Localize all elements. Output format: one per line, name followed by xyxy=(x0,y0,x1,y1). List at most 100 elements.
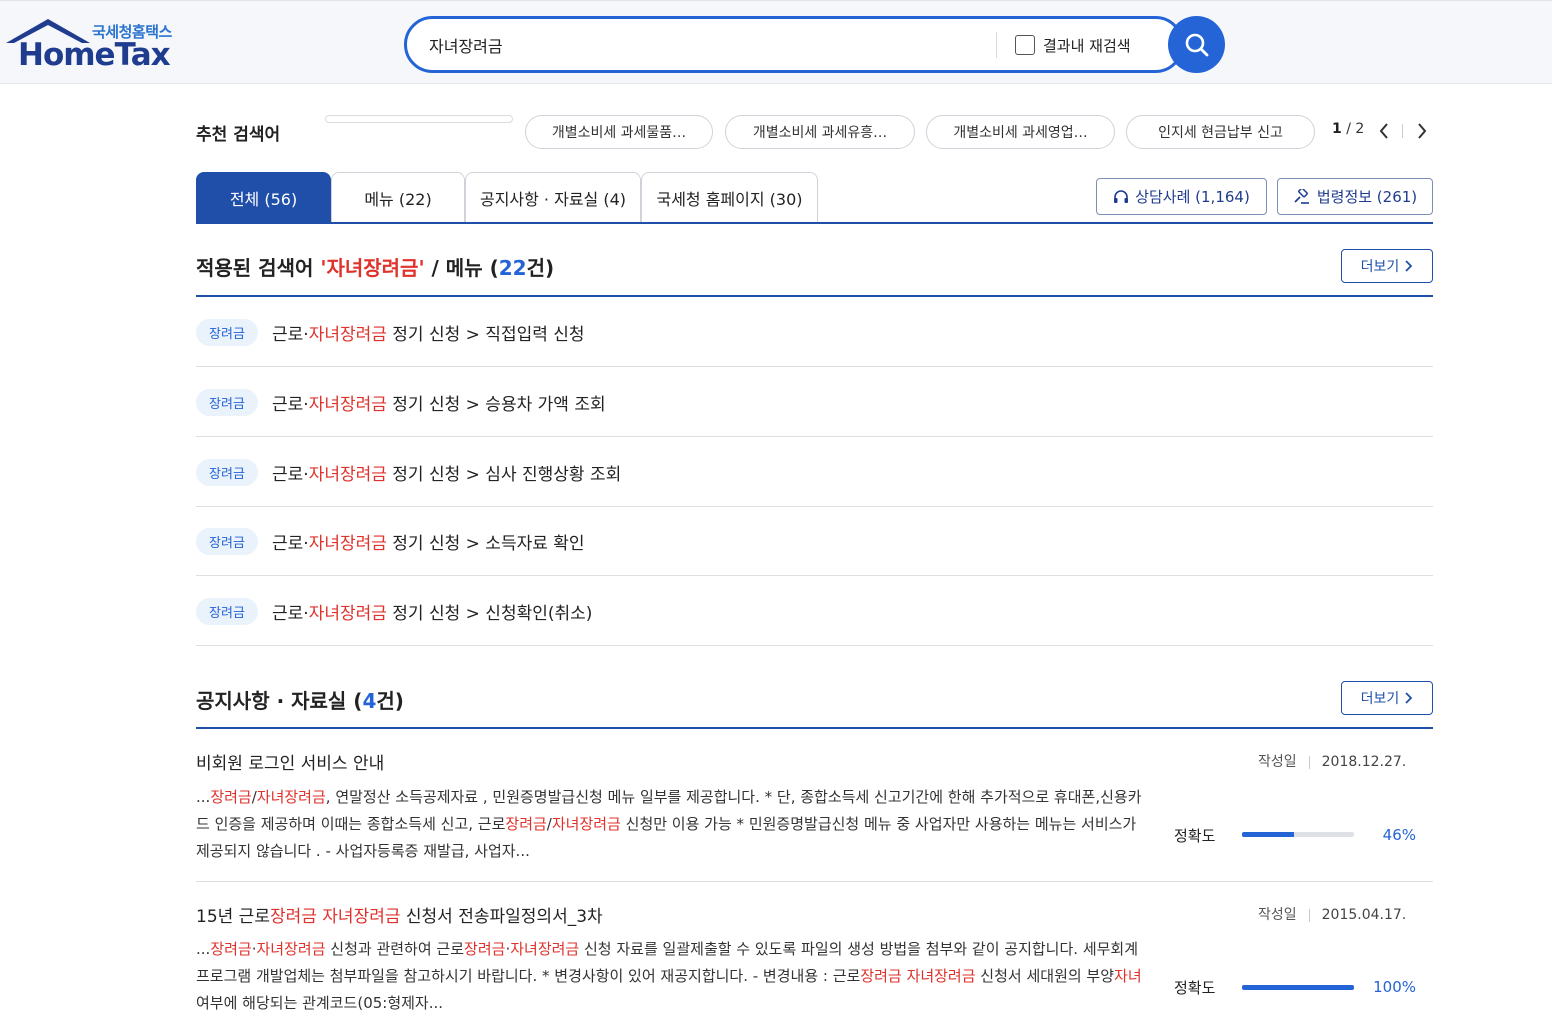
notice-snippet: ...장려금/자녀장려금, 연말정산 소득공제자료 , 민원증명발급신청 메뉴 … xyxy=(196,784,1146,865)
recommend-chip[interactable]: 개별소비세 과세물품… xyxy=(525,115,713,149)
title-part: 신청서 전송파일정의서_3차 xyxy=(400,907,603,927)
snippet-keyword: 자녀 xyxy=(1114,967,1142,985)
menu-path-post: 정기 신청 > 소득자료 확인 xyxy=(386,534,585,554)
menu-title-prefix: 적용된 검색어 xyxy=(196,256,321,280)
consult-cases-button[interactable]: 상담사례 (1,164) xyxy=(1096,178,1267,215)
title-part: 15년 근로 xyxy=(196,907,270,927)
menu-title-keyword: '자녀장려금' xyxy=(320,256,425,280)
search-icon xyxy=(1185,33,1208,56)
research-checkbox[interactable]: 결과내 재검색 xyxy=(1015,32,1131,58)
pager-current: 1 xyxy=(1332,121,1342,137)
notice-title-link[interactable]: 비회원 로그인 서비스 안내 xyxy=(196,749,384,774)
notice-snippet: ...장려금·자녀장려금 신청과 관련하여 근로장려금·자녀장려금 신청 자료를… xyxy=(196,936,1146,1017)
notice-title-suffix: 건) xyxy=(376,689,404,713)
notice-date: 작성일 2018.12.27. xyxy=(1258,751,1406,771)
category-badge: 장려금 xyxy=(196,389,258,416)
notice-title-prefix: 공지사항 · 자료실 ( xyxy=(196,689,363,713)
notice-title-link[interactable]: 15년 근로장려금 자녀장려금 신청서 전송파일정의서_3차 xyxy=(196,902,603,927)
menu-result-row[interactable]: 장려금 근로·자녀장려금 정기 신청 > 신청확인(취소) xyxy=(196,576,1433,646)
notice-date: 작성일 2015.04.17. xyxy=(1258,904,1406,924)
snippet-text: 여부에 해당되는 관계코드(05:형제자... xyxy=(196,994,444,1012)
recommend-chip[interactable]: 개별소비세 과세유흥… xyxy=(725,115,915,149)
snippet-keyword: 자녀장려금 xyxy=(906,967,976,985)
top-header: 국세청홈택스 HomeTax 결과내 재검색 xyxy=(0,0,1552,84)
tab-underline xyxy=(196,222,1433,224)
search-input[interactable] xyxy=(429,31,989,59)
menu-path-keyword: 자녀장려금 xyxy=(308,604,387,624)
category-badge: 장려금 xyxy=(196,598,258,625)
tab-all[interactable]: 전체 (56) xyxy=(196,172,331,223)
title-keyword: 장려금 xyxy=(269,907,317,927)
tab-nts-homepage[interactable]: 국세청 홈페이지 (30) xyxy=(641,172,818,223)
menu-path-pre: 근로· xyxy=(272,325,309,345)
snippet-keyword: 장려금 xyxy=(210,940,252,958)
more-label: 더보기 xyxy=(1360,259,1400,275)
tab-notice[interactable]: 공지사항 · 자료실 (4) xyxy=(465,172,641,223)
menu-result-row[interactable]: 장려금 근로·자녀장려금 정기 신청 > 직접입력 신청 xyxy=(196,297,1433,367)
menu-path-keyword: 자녀장려금 xyxy=(308,465,387,485)
category-badge: 장려금 xyxy=(196,528,258,555)
chevron-right-icon xyxy=(1405,692,1413,704)
headset-icon xyxy=(1114,189,1129,203)
notice-more-button[interactable]: 더보기 xyxy=(1341,681,1433,715)
hometax-logo[interactable]: 국세청홈택스 HomeTax xyxy=(4,17,179,73)
accuracy-value: 46% xyxy=(1382,826,1416,844)
snippet-keyword: 장려금 xyxy=(464,940,506,958)
snippet-text: 신청서 세대원의 부양 xyxy=(975,967,1115,985)
accuracy-value: 100% xyxy=(1373,978,1416,996)
accuracy-fill xyxy=(1242,985,1354,990)
menu-result-row[interactable]: 장려금 근로·자녀장려금 정기 신청 > 승용차 가액 조회 xyxy=(196,367,1433,437)
search-box: 결과내 재검색 xyxy=(404,16,1184,73)
menu-result-link[interactable]: 근로·자녀장려금 정기 신청 > 심사 진행상황 조회 xyxy=(272,460,621,485)
menu-path-post: 정기 신청 > 심사 진행상황 조회 xyxy=(386,465,622,485)
search-button[interactable] xyxy=(1168,16,1225,73)
prev-page-button[interactable] xyxy=(1374,120,1394,142)
tab-menu[interactable]: 메뉴 (22) xyxy=(331,172,465,223)
more-label: 더보기 xyxy=(1360,691,1400,707)
recommend-chip[interactable]: 인지세 현금납부 신고 xyxy=(1126,115,1315,149)
date-separator xyxy=(1308,755,1310,769)
pager-divider xyxy=(1402,124,1403,138)
checkbox-icon[interactable] xyxy=(1015,35,1035,55)
menu-path-pre: 근로· xyxy=(272,465,309,485)
snippet-keyword: 자녀장려금 xyxy=(510,940,580,958)
menu-result-link[interactable]: 근로·자녀장려금 정기 신청 > 직접입력 신청 xyxy=(272,320,585,345)
snippet-text: ... xyxy=(196,940,211,958)
chevron-right-icon xyxy=(1405,260,1413,272)
accuracy-label: 정확도 xyxy=(1174,979,1216,997)
menu-result-link[interactable]: 근로·자녀장려금 정기 신청 > 신청확인(취소) xyxy=(272,599,592,624)
menu-result-row[interactable]: 장려금 근로·자녀장려금 정기 신청 > 소득자료 확인 xyxy=(196,506,1433,576)
menu-path-pre: 근로· xyxy=(272,604,309,624)
menu-title-suffix: 건) xyxy=(526,256,555,280)
category-badge: 장려금 xyxy=(196,319,258,346)
pager-total: / 2 xyxy=(1346,121,1365,137)
recommend-chip[interactable]: 개별소비세 과세영업… xyxy=(926,115,1115,149)
menu-path-post: 정기 신청 > 승용차 가액 조회 xyxy=(386,395,606,415)
snippet-keyword: 장려금 xyxy=(210,788,252,806)
menu-result-row[interactable]: 장려금 근로·자녀장려금 정기 신청 > 심사 진행상황 조회 xyxy=(196,437,1433,507)
chevron-right-icon xyxy=(1418,123,1427,139)
gavel-icon xyxy=(1294,188,1309,204)
menu-more-button[interactable]: 더보기 xyxy=(1341,249,1433,283)
consult-cases-label: 상담사례 (1,164) xyxy=(1135,188,1250,206)
logo-title: HomeTax xyxy=(18,37,171,73)
date-value: 2015.04.17. xyxy=(1321,907,1407,923)
menu-section-title: 적용된 검색어 '자녀장려금' / 메뉴 (22건) xyxy=(196,252,554,281)
research-label: 결과내 재검색 xyxy=(1043,36,1131,55)
search-divider xyxy=(996,32,997,58)
snippet-keyword: 자녀장려금 xyxy=(256,940,326,958)
menu-result-link[interactable]: 근로·자녀장려금 정기 신청 > 승용차 가액 조회 xyxy=(272,390,606,415)
date-value: 2018.12.27. xyxy=(1321,754,1407,770)
law-info-label: 법령정보 (261) xyxy=(1316,188,1418,206)
category-badge: 장려금 xyxy=(196,459,258,486)
notice-title-count: 4 xyxy=(362,689,377,713)
menu-path-post: 정기 신청 > 신청확인(취소) xyxy=(386,604,593,624)
snippet-keyword: 자녀장려금 xyxy=(551,815,621,833)
notice-section-title: 공지사항 · 자료실 (4건) xyxy=(196,685,404,714)
title-keyword: 자녀장려금 xyxy=(322,907,401,927)
next-page-button[interactable] xyxy=(1412,120,1432,142)
date-label: 작성일 xyxy=(1258,754,1297,770)
law-info-button[interactable]: 법령정보 (261) xyxy=(1277,178,1433,215)
accuracy-bar xyxy=(1242,832,1354,837)
menu-result-link[interactable]: 근로·자녀장려금 정기 신청 > 소득자료 확인 xyxy=(272,529,585,554)
